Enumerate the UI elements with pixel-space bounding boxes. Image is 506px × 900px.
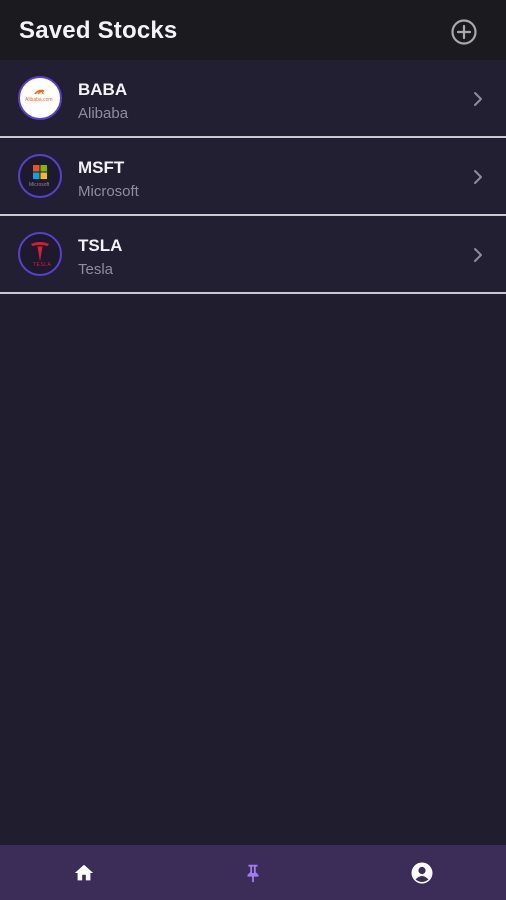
nav-item-account[interactable] bbox=[338, 845, 506, 900]
stock-company-name: Alibaba bbox=[78, 105, 129, 122]
microsoft-logo-text: Microsoft bbox=[29, 182, 50, 188]
alibaba-logo: Alibaba.com bbox=[18, 76, 62, 120]
nav-item-home[interactable] bbox=[0, 845, 168, 900]
microsoft-logo: Microsoft bbox=[18, 154, 62, 198]
stock-ticker: MSFT bbox=[78, 158, 125, 177]
pin-icon bbox=[247, 864, 259, 882]
row-divider bbox=[0, 292, 506, 294]
saved-stocks-list: Alibaba.com BABA Alibaba Microsoft MSFT … bbox=[0, 60, 506, 294]
alibaba-logo-text: Alibaba.com bbox=[25, 97, 53, 103]
stock-row-tsla[interactable]: TESLA TSLA Tesla bbox=[0, 216, 506, 292]
account-icon bbox=[411, 862, 433, 883]
home-icon bbox=[74, 864, 94, 880]
stock-ticker: TSLA bbox=[78, 236, 123, 255]
tesla-logo: TESLA bbox=[18, 232, 62, 276]
plus-circle-icon[interactable] bbox=[450, 18, 478, 46]
nav-item-saved[interactable] bbox=[169, 845, 337, 900]
stock-row-msft[interactable]: Microsoft MSFT Microsoft bbox=[0, 138, 506, 214]
stock-company-name: Microsoft bbox=[78, 183, 139, 200]
tesla-logo-graphic bbox=[31, 242, 49, 262]
chevron-right-icon[interactable] bbox=[472, 91, 484, 107]
page-title: Saved Stocks bbox=[19, 17, 178, 44]
stock-row-baba[interactable]: Alibaba.com BABA Alibaba bbox=[0, 60, 506, 136]
chevron-right-icon[interactable] bbox=[472, 169, 484, 185]
stock-ticker: BABA bbox=[78, 80, 128, 99]
microsoft-logo-graphic bbox=[33, 165, 47, 179]
tesla-logo-text: TESLA bbox=[33, 262, 52, 268]
chevron-right-icon[interactable] bbox=[472, 247, 484, 263]
stock-company-name: Tesla bbox=[78, 261, 114, 278]
bottom-navigation bbox=[0, 845, 506, 900]
app-header: Saved Stocks bbox=[0, 0, 506, 60]
